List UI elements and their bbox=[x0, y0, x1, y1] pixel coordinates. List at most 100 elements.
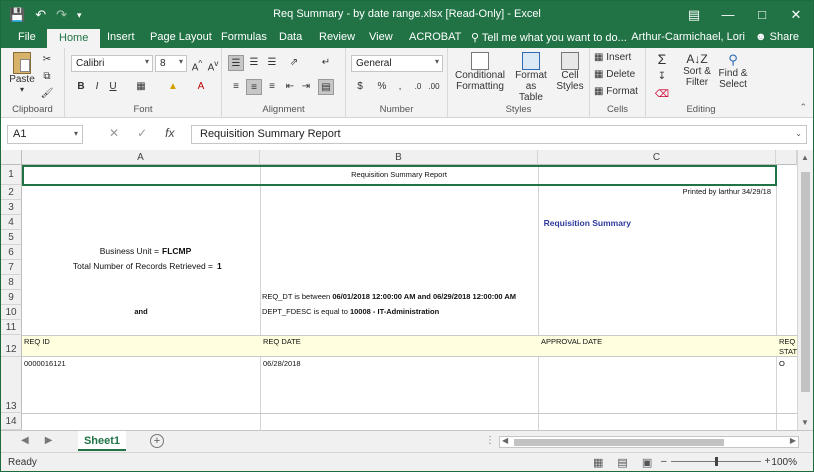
req-id-value[interactable]: 0000016121 bbox=[24, 359, 66, 368]
tab-home[interactable]: Home bbox=[47, 29, 101, 48]
page-layout-view-icon[interactable]: ▤ bbox=[617, 456, 627, 469]
middle-align-icon[interactable]: ☰ bbox=[246, 55, 262, 71]
row-header[interactable]: 1 bbox=[1, 165, 22, 185]
paste-button[interactable]: Paste ▾ bbox=[9, 52, 35, 94]
cut-icon[interactable]: ✂ bbox=[39, 52, 55, 68]
decrease-font-icon[interactable]: Av bbox=[205, 55, 221, 73]
user-name[interactable]: Arthur-Carmichael, Lori bbox=[631, 31, 745, 43]
tab-formulas[interactable]: Formulas bbox=[221, 31, 267, 43]
row-header[interactable]: 12 bbox=[1, 335, 22, 357]
row-header[interactable]: 14 bbox=[1, 413, 22, 430]
wrap-text-icon[interactable]: ↵ bbox=[318, 55, 334, 71]
increase-font-icon[interactable]: A^ bbox=[189, 55, 205, 73]
row-header[interactable]: 8 bbox=[1, 275, 22, 290]
minimize-button[interactable]: — bbox=[711, 1, 745, 29]
sheet-tab-sheet1[interactable]: Sheet1 bbox=[78, 431, 126, 451]
date-criteria-cell[interactable]: REQ_DT is between 06/01/2018 12:00:00 AM… bbox=[262, 292, 516, 301]
decrease-decimal-icon[interactable]: .00 bbox=[426, 79, 442, 95]
sort-filter-button[interactable]: A↓Z Sort & Filter bbox=[680, 52, 714, 88]
bottom-align-icon[interactable]: ☰ bbox=[264, 55, 280, 71]
format-painter-icon[interactable]: 🖌 bbox=[39, 86, 55, 102]
tab-file[interactable]: File bbox=[18, 31, 36, 43]
report-title-cell[interactable]: Requisition Summary Report bbox=[22, 170, 776, 179]
formula-input[interactable]: Requisition Summary Report ⌄ bbox=[191, 125, 807, 144]
enter-icon[interactable]: ✓ bbox=[137, 126, 147, 140]
row-header[interactable]: 3 bbox=[1, 200, 22, 215]
row-header[interactable]: 9 bbox=[1, 290, 22, 305]
insert-cells-button[interactable]: ▦ Insert bbox=[594, 52, 631, 63]
currency-icon[interactable]: $ bbox=[352, 79, 368, 95]
tell-me-box[interactable]: ⚲ Tell me what you want to do... bbox=[471, 31, 627, 44]
top-align-icon[interactable]: ☰ bbox=[228, 55, 244, 71]
scroll-down-icon[interactable]: ▼ bbox=[801, 418, 809, 427]
increase-indent-icon[interactable]: ⇥ bbox=[298, 79, 314, 95]
zoom-slider[interactable]: – + bbox=[661, 456, 770, 467]
font-color-icon[interactable]: A bbox=[193, 79, 209, 95]
total-records-label[interactable]: Total Number of Records Retrieved = bbox=[31, 261, 213, 271]
find-select-button[interactable]: ⚲ Find & Select bbox=[716, 52, 750, 90]
requisition-summary-cell[interactable]: Requisition Summary bbox=[481, 218, 631, 228]
clear-icon[interactable]: ⌫ bbox=[654, 87, 670, 103]
decrease-indent-icon[interactable]: ⇤ bbox=[282, 79, 298, 95]
horizontal-scrollbar[interactable]: ◀ ▶ bbox=[499, 436, 799, 448]
req-date-value[interactable]: 06/28/2018 bbox=[263, 359, 301, 368]
zoom-in-icon[interactable]: + bbox=[765, 456, 771, 467]
zoom-knob[interactable] bbox=[714, 457, 718, 466]
vertical-scroll-thumb[interactable] bbox=[801, 172, 810, 392]
row-header[interactable]: 6 bbox=[1, 245, 22, 260]
zoom-level[interactable]: 100% bbox=[771, 457, 797, 468]
worksheet-grid[interactable]: A B C 1 2 3 4 5 6 7 8 9 10 11 12 13 14 R… bbox=[1, 150, 797, 430]
printed-by-cell[interactable]: Printed by larthur 34/29/18 bbox=[561, 187, 771, 196]
collapse-ribbon-icon[interactable]: ⌃ bbox=[799, 102, 807, 113]
column-header-c[interactable]: C bbox=[538, 150, 776, 165]
scroll-right-icon[interactable]: ▶ bbox=[790, 436, 796, 445]
underline-icon[interactable]: U bbox=[105, 79, 121, 95]
tab-view[interactable]: View bbox=[369, 31, 393, 43]
next-sheet-icon[interactable]: ▶ bbox=[45, 435, 53, 446]
align-right-icon[interactable]: ≡ bbox=[264, 79, 280, 95]
maximize-button[interactable]: □ bbox=[745, 1, 779, 29]
req-stat-value[interactable]: O bbox=[779, 359, 785, 368]
total-records-value[interactable]: 1 bbox=[217, 261, 222, 271]
business-unit-value[interactable]: FLCMP bbox=[162, 246, 191, 256]
req-date-header[interactable]: REQ DATE bbox=[263, 337, 301, 346]
delete-cells-button[interactable]: ▦ Delete bbox=[594, 69, 635, 80]
row-header[interactable]: 11 bbox=[1, 320, 22, 335]
fill-color-icon[interactable]: ▲ bbox=[165, 79, 181, 95]
tab-insert[interactable]: Insert bbox=[107, 31, 135, 43]
zoom-out-icon[interactable]: – bbox=[661, 456, 667, 467]
approval-date-header[interactable]: APPROVAL DATE bbox=[541, 337, 602, 346]
req-stat-header-line1[interactable]: REQ bbox=[779, 337, 795, 346]
page-break-view-icon[interactable]: ▣ bbox=[642, 456, 652, 469]
scroll-left-icon[interactable]: ◀ bbox=[502, 436, 508, 445]
increase-decimal-icon[interactable]: .0 bbox=[410, 79, 426, 95]
row-header[interactable]: 7 bbox=[1, 260, 22, 275]
percent-icon[interactable]: % bbox=[374, 79, 390, 95]
conditional-formatting-button[interactable]: Conditional Formatting bbox=[454, 52, 506, 92]
prev-sheet-icon[interactable]: ◀ bbox=[21, 435, 29, 446]
insert-function-icon[interactable]: fx bbox=[165, 126, 174, 140]
tab-data[interactable]: Data bbox=[279, 31, 302, 43]
merge-center-icon[interactable]: ▤ bbox=[318, 79, 334, 95]
row-header[interactable]: 13 bbox=[1, 357, 22, 413]
format-as-table-button[interactable]: Format as Table bbox=[510, 52, 552, 103]
autosum-icon[interactable]: Σ bbox=[654, 51, 670, 67]
comma-icon[interactable]: , bbox=[392, 79, 408, 95]
dept-criteria-cell[interactable]: DEPT_FDESC is equal to 10008 - IT-Admini… bbox=[262, 307, 439, 316]
column-header-b[interactable]: B bbox=[260, 150, 538, 165]
close-button[interactable]: ✕ bbox=[779, 1, 813, 29]
tab-page-layout[interactable]: Page Layout bbox=[150, 31, 212, 43]
row-header[interactable]: 2 bbox=[1, 185, 22, 200]
business-unit-label[interactable]: Business Unit = bbox=[61, 246, 159, 256]
tab-review[interactable]: Review bbox=[319, 31, 355, 43]
column-header-d[interactable] bbox=[776, 150, 797, 165]
font-size-dropdown[interactable]: 8 ▾ bbox=[155, 55, 187, 72]
font-name-dropdown[interactable]: Calibri ▾ bbox=[71, 55, 153, 72]
tab-split-handle[interactable]: ⋮ bbox=[485, 435, 495, 446]
row-header[interactable]: 5 bbox=[1, 230, 22, 245]
row-header[interactable]: 10 bbox=[1, 305, 22, 320]
copy-icon[interactable]: ⧉ bbox=[39, 69, 55, 85]
vertical-scrollbar[interactable]: ▲ ▼ bbox=[797, 150, 813, 430]
scroll-up-icon[interactable]: ▲ bbox=[801, 153, 809, 162]
req-id-header[interactable]: REQ ID bbox=[24, 337, 50, 346]
